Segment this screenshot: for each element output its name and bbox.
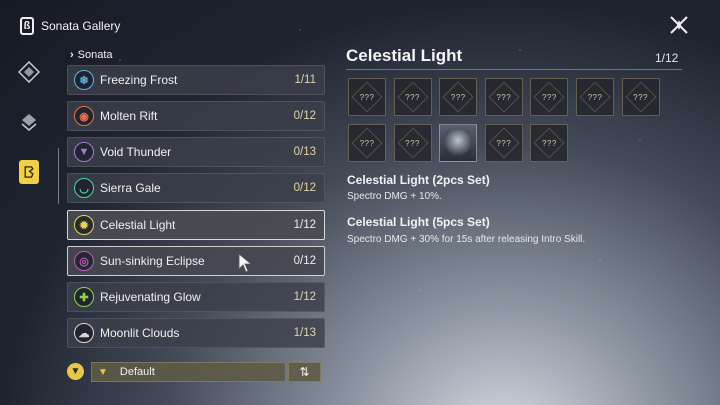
echo-slot-locked[interactable]: ??? [530, 124, 569, 162]
echo-slot-locked[interactable]: ??? [621, 78, 660, 116]
sonata-set-item[interactable]: ▼ Void Thunder 0/13 [67, 137, 325, 167]
breadcrumb-label: Sonata [77, 49, 113, 61]
sonata-set-item[interactable]: ◡ Sierra Gale 0/12 [67, 173, 325, 203]
sonata-set-name: Celestial Light [100, 218, 176, 232]
eclipse-icon: ◎ [74, 251, 94, 271]
page-title: Sonata Gallery [41, 19, 121, 33]
sonata-set-name: Moonlit Clouds [100, 326, 180, 340]
set-bonus-5pc-desc: Spectro DMG + 30% for 15s after releasin… [347, 234, 586, 245]
glow-icon: ✚ [74, 287, 94, 307]
sonata-set-name: Molten Rift [100, 109, 158, 123]
slot-unknown-label: ??? [587, 92, 603, 102]
echo-portrait-icon [445, 130, 472, 156]
sonata-set-name: Void Thunder [100, 145, 172, 159]
sonata-set-name: Freezing Frost [100, 73, 178, 87]
echo-slot-locked[interactable]: ??? [348, 78, 386, 116]
sonata-set-count: 0/12 [293, 110, 316, 122]
flame-icon: ◉ [74, 106, 94, 126]
slot-unknown-label: ??? [633, 92, 649, 102]
sort-order-button[interactable]: ⇅ [288, 362, 321, 382]
echo-slot-locked[interactable]: ??? [348, 124, 386, 162]
echo-slot-locked[interactable]: ??? [439, 78, 478, 116]
echo-slot-owned[interactable] [439, 124, 478, 162]
rail-tab-sonata[interactable] [19, 160, 39, 184]
sort-dropdown-value: Default [119, 366, 155, 378]
set-bonus-2pc-desc: Spectro DMG + 10%. [347, 191, 442, 202]
snowflake-icon: ❄ [74, 70, 94, 90]
sonata-active-icon [24, 166, 34, 178]
filter-icon[interactable]: ▼ [67, 363, 84, 380]
sort-dropdown[interactable]: ▼ Default [91, 362, 286, 382]
echo-slot-locked[interactable]: ??? [393, 124, 432, 162]
rail-tab-echo[interactable] [17, 60, 41, 84]
sort-order-icon: ⇅ [299, 365, 310, 379]
sonata-set-count: 1/12 [293, 219, 316, 231]
detail-title: Celestial Light [346, 46, 463, 65]
sonata-set-count: 1/13 [293, 327, 316, 339]
detail-count: 1/12 [655, 51, 679, 65]
top-bar: ß Sonata Gallery [0, 0, 720, 50]
slot-unknown-label: ??? [405, 92, 421, 102]
echo-slot-locked[interactable]: ??? [484, 124, 523, 162]
chevron-down-icon: ▼ [98, 366, 108, 378]
sonata-set-count: 0/12 [293, 182, 316, 194]
slot-unknown-label: ??? [541, 138, 557, 148]
sonata-set-name: Sierra Gale [100, 181, 161, 195]
divider [346, 69, 682, 70]
set-bonus-2pc-title: Celestial Light (2pcs Set) [347, 173, 490, 187]
sonata-set-item[interactable]: ☁ Moonlit Clouds 1/13 [67, 318, 325, 348]
sonata-set-item[interactable]: ✚ Rejuvenating Glow 1/12 [67, 282, 325, 312]
cloud-icon: ☁ [74, 323, 94, 343]
mouse-cursor-icon [238, 253, 253, 273]
sonata-set-count: 0/13 [293, 146, 316, 158]
sonata-set-name: Sun-sinking Eclipse [100, 254, 205, 268]
slot-unknown-label: ??? [359, 92, 375, 102]
slot-unknown-label: ??? [450, 92, 466, 102]
slot-unknown-label: ??? [541, 92, 557, 102]
echo-slot-locked[interactable]: ??? [393, 78, 432, 116]
sonata-set-count: 0/12 [293, 255, 316, 267]
sonata-set-count: 1/12 [293, 291, 316, 303]
sonata-set-name: Rejuvenating Glow [100, 290, 201, 304]
rail-divider [58, 148, 59, 204]
sonata-set-item[interactable]: ◎ Sun-sinking Eclipse 0/12 [67, 246, 325, 276]
sonata-set-item[interactable]: ❄ Freezing Frost 1/11 [67, 65, 325, 95]
sonata-set-count: 1/11 [294, 74, 316, 86]
light-icon: ✹ [74, 215, 94, 235]
sonata-icon: ß [20, 17, 34, 35]
echo-diamond-icon [18, 61, 40, 83]
rail-tab-stack[interactable] [17, 110, 41, 134]
echo-slot-locked[interactable]: ??? [484, 78, 523, 116]
set-bonus-5pc-title: Celestial Light (5pcs Set) [347, 215, 490, 229]
sonata-set-item[interactable]: ◉ Molten Rift 0/12 [67, 101, 325, 131]
thunder-icon: ▼ [74, 142, 94, 162]
echo-slot-locked[interactable]: ??? [576, 78, 614, 116]
close-x-icon [670, 16, 688, 34]
breadcrumb[interactable]: › Sonata [70, 49, 113, 61]
echo-slot-locked[interactable]: ??? [530, 78, 569, 116]
side-rail [0, 50, 58, 405]
slot-unknown-label: ??? [496, 138, 512, 148]
stack-icon [21, 114, 37, 131]
slot-unknown-label: ??? [359, 138, 375, 148]
close-button[interactable] [668, 14, 690, 36]
slot-unknown-label: ??? [496, 92, 512, 102]
wind-icon: ◡ [74, 178, 94, 198]
filter-bar: ▼ ▼ Default ⇅ [67, 362, 325, 382]
sonata-set-item[interactable]: ✹ Celestial Light 1/12 [67, 210, 325, 240]
slot-unknown-label: ??? [405, 138, 421, 148]
